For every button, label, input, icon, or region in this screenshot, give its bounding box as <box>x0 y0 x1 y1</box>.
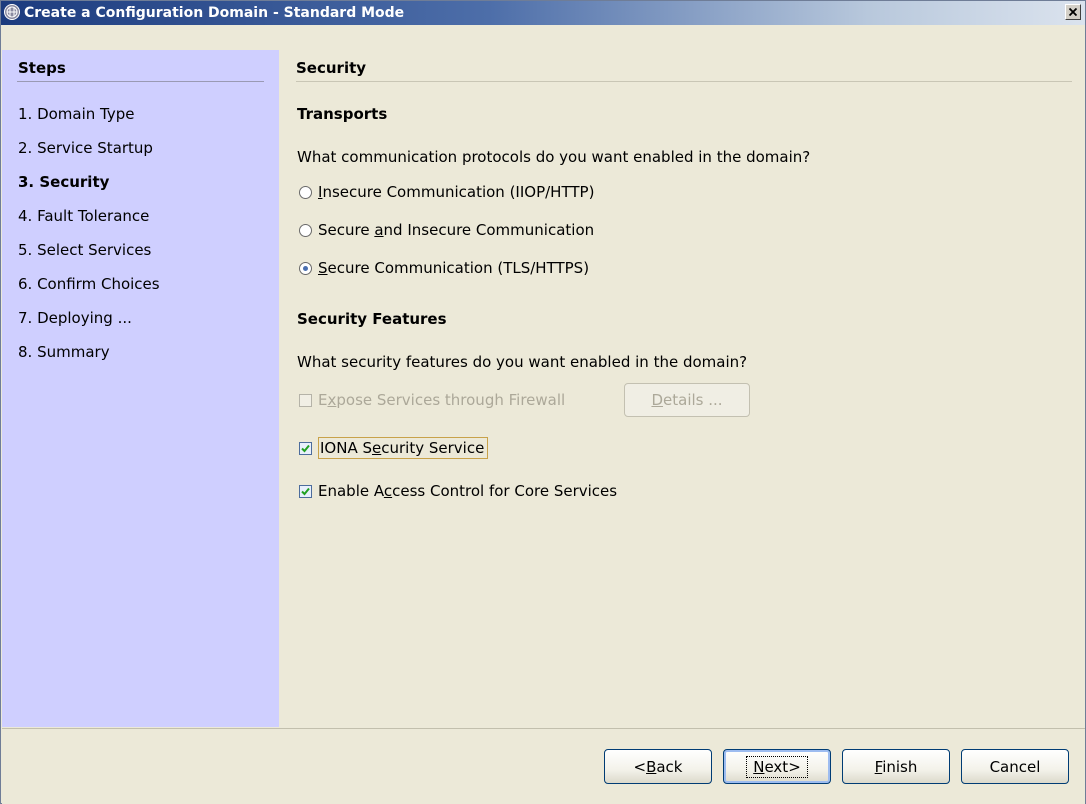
transports-heading: Transports <box>297 105 388 123</box>
step-deploying: 7. Deploying ... <box>18 309 132 327</box>
radio-button[interactable] <box>299 223 312 237</box>
title-bar[interactable]: Create a Configuration Domain - Standard… <box>1 1 1085 25</box>
close-icon <box>1069 8 1077 16</box>
dialog-window: Create a Configuration Domain - Standard… <box>0 0 1086 804</box>
cancel-button[interactable]: Cancel <box>961 749 1069 784</box>
button-bar: <Back Next> Finish Cancel <box>2 728 1085 804</box>
checkmark-icon <box>301 487 310 495</box>
details-button[interactable]: Details ... <box>624 383 750 417</box>
window-title: Create a Configuration Domain - Standard… <box>24 5 405 21</box>
next-button-label: Next> <box>746 755 808 778</box>
radio-button-selected[interactable] <box>299 261 312 275</box>
radio-secure-communication[interactable]: Secure Communication (TLS/HTTPS) <box>299 258 589 278</box>
checkbox-enable-access-control[interactable]: Enable Access Control for Core Services <box>299 481 617 501</box>
security-panel: Security Transports What communication p… <box>279 50 1085 727</box>
radio-button[interactable] <box>299 185 312 199</box>
security-features-heading: Security Features <box>297 310 447 328</box>
app-globe-icon <box>4 4 20 20</box>
checkbox-checked[interactable] <box>299 484 312 498</box>
finish-button-label: Finish <box>874 757 918 776</box>
checkbox[interactable] <box>299 393 312 407</box>
step-domain-type: 1. Domain Type <box>18 105 135 123</box>
step-confirm-choices: 6. Confirm Choices <box>18 275 160 293</box>
title-divider <box>296 81 1072 82</box>
checkbox-iona-security-service[interactable]: IONA Security Service <box>299 437 489 459</box>
radio-label: Insecure Communication (IIOP/HTTP) <box>318 183 595 201</box>
steps-divider <box>17 81 264 82</box>
radio-label: Secure and Insecure Communication <box>318 221 595 239</box>
step-summary: 8. Summary <box>18 343 110 361</box>
next-button[interactable]: Next> <box>723 749 831 784</box>
radio-label: Secure Communication (TLS/HTTPS) <box>318 259 590 277</box>
page-title: Security <box>296 59 367 77</box>
back-button[interactable]: <Back <box>604 749 712 784</box>
close-button[interactable] <box>1065 4 1081 20</box>
step-fault-tolerance: 4. Fault Tolerance <box>18 207 150 225</box>
step-select-services: 5. Select Services <box>18 241 152 259</box>
step-security: 3. Security <box>18 173 110 191</box>
steps-sidebar: Steps 1. Domain Type 2. Service Startup … <box>2 50 279 727</box>
details-button-label: Details ... <box>651 391 723 409</box>
back-button-label: <Back <box>633 757 683 776</box>
transports-question: What communication protocols do you want… <box>297 148 811 166</box>
radio-insecure-communication[interactable]: Insecure Communication (IIOP/HTTP) <box>299 182 594 202</box>
checkbox-checked[interactable] <box>299 441 312 455</box>
checkbox-label: Expose Services through Firewall <box>318 391 566 409</box>
finish-button[interactable]: Finish <box>842 749 950 784</box>
checkbox-label: IONA Security Service <box>318 437 489 459</box>
steps-heading: Steps <box>18 59 66 77</box>
step-service-startup: 2. Service Startup <box>18 139 153 157</box>
checkbox-label: Enable Access Control for Core Services <box>318 482 618 500</box>
features-question: What security features do you want enabl… <box>297 353 748 371</box>
checkbox-expose-firewall[interactable]: Expose Services through Firewall <box>299 390 565 410</box>
radio-secure-and-insecure[interactable]: Secure and Insecure Communication <box>299 220 594 240</box>
checkmark-icon <box>301 444 310 452</box>
cancel-button-label: Cancel <box>989 757 1041 776</box>
